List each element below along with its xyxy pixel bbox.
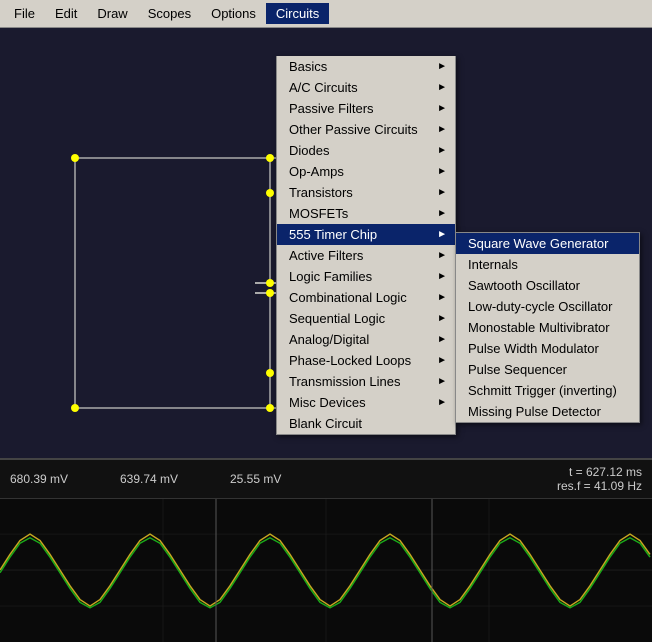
menu-blank[interactable]: Blank Circuit [277, 413, 455, 434]
menu-other-passive[interactable]: Other Passive Circuits► [277, 119, 455, 140]
scope-area: 680.39 mV 639.74 mV 25.55 mV t = 627.12 … [0, 458, 652, 642]
submenu-sawtooth[interactable]: Sawtooth Oscillator [456, 275, 639, 296]
menu-scopes[interactable]: Scopes [138, 3, 201, 24]
menu-options[interactable]: Options [201, 3, 266, 24]
submenu-low-duty[interactable]: Low-duty-cycle Oscillator [456, 296, 639, 317]
measurement-2: 639.74 mV [110, 470, 220, 488]
submenu-schmitt[interactable]: Schmitt Trigger (inverting) [456, 380, 639, 401]
menu-transistors[interactable]: Transistors► [277, 182, 455, 203]
menu-op-amps[interactable]: Op-Amps► [277, 161, 455, 182]
menu-passive-filters[interactable]: Passive Filters► [277, 98, 455, 119]
menubar: File Edit Draw Scopes Options Circuits [0, 0, 652, 28]
menu-transmission[interactable]: Transmission Lines► [277, 371, 455, 392]
circuits-dropdown: Basics► A/C Circuits► Passive Filters► O… [276, 56, 456, 435]
menu-draw[interactable]: Draw [87, 3, 137, 24]
menu-basics[interactable]: Basics► [277, 56, 455, 77]
time-display: t = 627.12 ms [557, 465, 642, 479]
submenu-monostable[interactable]: Monostable Multivibrator [456, 317, 639, 338]
submenu-internals[interactable]: Internals [456, 254, 639, 275]
menu-file[interactable]: File [4, 3, 45, 24]
submenu-square-wave[interactable]: Square Wave Generator [456, 233, 639, 254]
timer555-submenu: Square Wave Generator Internals Sawtooth… [455, 232, 640, 423]
waveform-svg [0, 499, 652, 642]
freq-display: res.f = 41.09 Hz [557, 479, 642, 493]
menu-pll[interactable]: Phase-Locked Loops► [277, 350, 455, 371]
measurement-row: 680.39 mV 639.74 mV 25.55 mV t = 627.12 … [0, 460, 652, 499]
menu-misc[interactable]: Misc Devices► [277, 392, 455, 413]
measurement-3: 25.55 mV [220, 470, 330, 488]
circuit-canvas: 15 uF 100 Basics► A/C Circuits► Passive … [0, 28, 652, 458]
measurement-1: 680.39 mV [0, 470, 110, 488]
menu-active-filters[interactable]: Active Filters► [277, 245, 455, 266]
time-info: t = 627.12 ms res.f = 41.09 Hz [547, 463, 652, 495]
menu-diodes[interactable]: Diodes► [277, 140, 455, 161]
submenu-sequencer[interactable]: Pulse Sequencer [456, 359, 639, 380]
scope-canvas [0, 499, 652, 642]
submenu-missing-pulse[interactable]: Missing Pulse Detector [456, 401, 639, 422]
menu-edit[interactable]: Edit [45, 3, 87, 24]
submenu-pwm[interactable]: Pulse Width Modulator [456, 338, 639, 359]
menu-combinational[interactable]: Combinational Logic► [277, 287, 455, 308]
menu-circuits[interactable]: Circuits [266, 3, 329, 24]
menu-logic-families[interactable]: Logic Families► [277, 266, 455, 287]
menu-ac-circuits[interactable]: A/C Circuits► [277, 77, 455, 98]
menu-mosfets[interactable]: MOSFETs► [277, 203, 455, 224]
menu-analog-digital[interactable]: Analog/Digital► [277, 329, 455, 350]
menu-555-timer[interactable]: 555 Timer Chip► [277, 224, 455, 245]
menu-sequential[interactable]: Sequential Logic► [277, 308, 455, 329]
